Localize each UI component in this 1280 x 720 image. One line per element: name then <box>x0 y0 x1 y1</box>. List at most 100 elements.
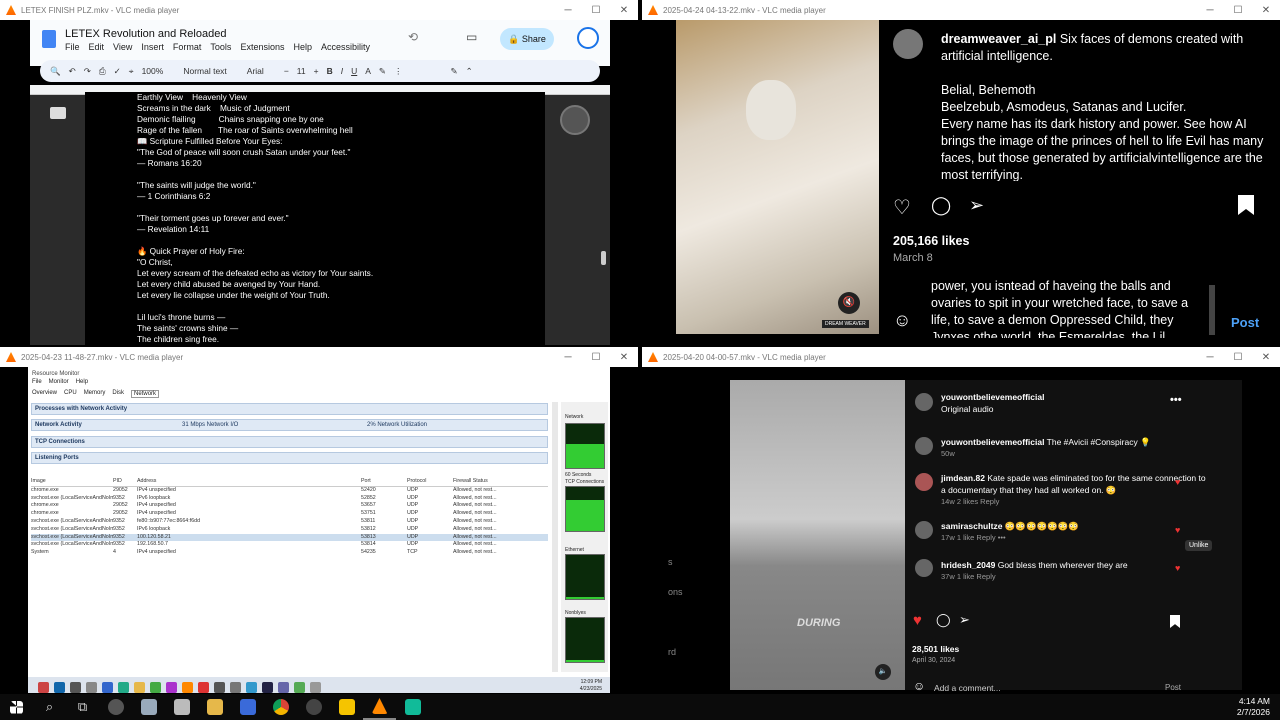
redo-icon[interactable]: ↷ <box>84 66 91 77</box>
avatar[interactable] <box>915 473 933 491</box>
comment-meta[interactable]: 37w 1 like Reply <box>941 571 1211 583</box>
comment-icon[interactable]: ◯ <box>936 612 951 628</box>
app-icon[interactable] <box>230 681 241 693</box>
menu-tools[interactable]: Tools <box>210 42 231 52</box>
close-button[interactable]: ✕ <box>1252 5 1280 16</box>
section-listening-ports[interactable]: Listening Ports <box>31 452 548 464</box>
minimize-button[interactable]: ─ <box>554 352 582 363</box>
app-icon[interactable] <box>38 681 49 693</box>
avatar[interactable] <box>915 393 933 411</box>
table-row[interactable]: svchost.exe (LocalServiceAndNoIm... 9352 1… <box>31 533 548 542</box>
tab-network[interactable]: Network <box>131 390 160 398</box>
search-icon[interactable]: ⌕ <box>33 694 66 720</box>
undo-icon[interactable]: ↶ <box>69 66 76 77</box>
section-tcp[interactable]: TCP Connections <box>31 436 548 448</box>
vlc-icon[interactable] <box>182 681 193 693</box>
menu-file[interactable]: File <box>65 42 80 52</box>
emoji-icon[interactable]: ☺ <box>893 310 911 331</box>
bold-icon[interactable]: B <box>327 66 333 76</box>
comment-meta[interactable]: 17w 1 like Reply ••• <box>941 532 1211 544</box>
mute-icon[interactable]: 🔈 <box>875 664 891 680</box>
app-icon[interactable] <box>246 681 257 693</box>
video-area[interactable]: Resource Monitor File Monitor Help Overv… <box>0 367 638 693</box>
menu-extensions[interactable]: Extensions <box>240 42 284 52</box>
menu-view[interactable]: View <box>113 42 132 52</box>
col-pid[interactable]: PID <box>113 478 137 486</box>
close-button[interactable]: ✕ <box>610 5 638 16</box>
search-icon[interactable]: 🔍 <box>50 66 61 77</box>
outline-icon[interactable] <box>50 107 66 119</box>
section-processes[interactable]: Processes with Network Activity <box>31 403 548 415</box>
heart-icon[interactable]: ♡ <box>893 195 911 220</box>
share-icon[interactable]: ➢ <box>959 612 970 628</box>
post-button[interactable]: Post <box>1231 315 1259 330</box>
italic-icon[interactable]: I <box>341 66 343 76</box>
comment-username[interactable]: hridesh_2049 <box>941 560 995 570</box>
minimize-button[interactable]: ─ <box>1196 352 1224 363</box>
comment-username[interactable]: jimdean.82 <box>941 473 985 483</box>
heart-icon[interactable]: ♥ <box>1175 563 1180 573</box>
more-icon[interactable]: ⋮ <box>394 66 403 77</box>
avatar[interactable] <box>915 559 933 577</box>
heart-icon[interactable]: ♥ <box>1175 525 1180 535</box>
table-row[interactable]: svchost.exe (LocalServiceAndNoIm... 9352 I… <box>31 495 548 503</box>
maximize-button[interactable]: ☐ <box>1224 352 1252 363</box>
tab-memory[interactable]: Memory <box>84 390 106 398</box>
app-icon[interactable] <box>294 681 305 693</box>
menu-format[interactable]: Format <box>173 42 202 52</box>
spellcheck-icon[interactable]: ✓ <box>114 66 121 77</box>
menu-insert[interactable]: Insert <box>141 42 164 52</box>
app-icon[interactable] <box>198 681 209 693</box>
collapse-icon[interactable]: ⌃ <box>466 66 473 77</box>
add-comment-input[interactable]: Add a comment... <box>934 683 1001 693</box>
comment-scrollbar[interactable] <box>1209 285 1215 335</box>
app-icon[interactable] <box>310 681 321 693</box>
table-row[interactable]: chrome.exe 29052 IPv4 unspecified 53751 UDP A… <box>31 510 548 518</box>
emoji-icon[interactable]: ☺ <box>913 679 925 693</box>
avatar[interactable] <box>915 437 933 455</box>
table-row[interactable]: svchost.exe (LocalServiceAndNoIm... 9352 I… <box>31 526 548 534</box>
col-protocol[interactable]: Protocol <box>407 478 453 486</box>
maximize-button[interactable]: ☐ <box>582 5 610 16</box>
title-bar[interactable]: 2025-04-24 04-13-22.mkv - VLC media play… <box>642 0 1280 20</box>
col-firewall[interactable]: Firewall Status <box>453 478 523 486</box>
close-button[interactable]: ✕ <box>610 352 638 363</box>
chrome-icon[interactable] <box>150 681 161 693</box>
rm-menu-file[interactable]: File <box>32 379 42 385</box>
more-options-icon[interactable]: ••• <box>1170 394 1182 406</box>
app-icon[interactable] <box>165 694 198 720</box>
task-view-icon[interactable]: ⧉ <box>66 694 99 720</box>
table-row[interactable]: svchost.exe (LocalServiceAndNoIm... 9352 f… <box>31 518 548 526</box>
app-icon[interactable] <box>396 694 429 720</box>
vlc-icon[interactable] <box>363 694 396 720</box>
document-body[interactable]: Earthly View Heavenly View Screams in th… <box>85 92 545 346</box>
premiere-icon[interactable] <box>262 681 273 693</box>
app-icon[interactable] <box>297 694 330 720</box>
folder-icon[interactable] <box>198 694 231 720</box>
tab-overview[interactable]: Overview <box>32 390 57 398</box>
title-bar[interactable]: 2025-04-23 11-48-27.mkv - VLC media play… <box>0 347 638 367</box>
likes-count[interactable]: 205,166 likes <box>893 234 969 248</box>
video-area[interactable]: LETEX Revolution and Reloaded File Edit … <box>0 20 638 346</box>
rm-menu-help[interactable]: Help <box>76 379 88 385</box>
start-button[interactable] <box>0 694 33 720</box>
reel-video[interactable]: DURING 🔈 <box>730 380 905 690</box>
table-row[interactable]: svchost.exe (LocalServiceAndNoIm... 9352 1… <box>31 541 548 549</box>
table-row[interactable]: chrome.exe 29052 IPv4 unspecified 53657 UDP A… <box>31 502 548 510</box>
menu-accessibility[interactable]: Accessibility <box>321 42 370 52</box>
post-image[interactable]: 🔇 DREAM WEAVER <box>676 20 879 334</box>
font-select[interactable]: Arial <box>247 66 264 76</box>
likes-count[interactable]: 28,501 likes <box>912 644 959 654</box>
highlight-icon[interactable]: ✎ <box>379 66 386 77</box>
app-icon[interactable] <box>118 681 129 693</box>
col-address[interactable]: Address <box>137 478 361 486</box>
avatar[interactable] <box>577 27 599 49</box>
vlc-window-resource-monitor[interactable]: 2025-04-23 11-48-27.mkv - VLC media play… <box>0 347 638 693</box>
menu-edit[interactable]: Edit <box>89 42 105 52</box>
text-color-icon[interactable]: A <box>365 66 371 76</box>
comment-username[interactable]: samiraschultze <box>941 521 1002 531</box>
app-icon[interactable] <box>102 681 113 693</box>
heart-icon[interactable]: ♥ <box>1175 477 1180 487</box>
scrollbar-thumb[interactable] <box>601 251 606 265</box>
document-title[interactable]: LETEX Revolution and Reloaded <box>65 28 226 40</box>
